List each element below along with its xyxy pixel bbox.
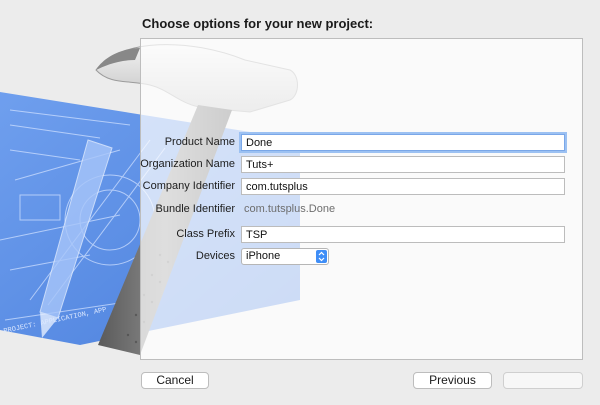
organization-name-label: Organization Name xyxy=(140,158,235,170)
bundle-identifier-value: com.tutsplus.Done xyxy=(244,203,336,215)
product-name-label: Product Name xyxy=(164,136,235,148)
bundle-identifier-label: Bundle Identifier xyxy=(155,203,236,215)
options-panel xyxy=(140,38,583,360)
company-identifier-field[interactable] xyxy=(241,178,565,195)
devices-selected-value: iPhone xyxy=(246,250,281,262)
company-identifier-label: Company Identifier xyxy=(142,180,235,192)
class-prefix-field[interactable] xyxy=(241,226,565,243)
organization-name-field[interactable] xyxy=(241,156,565,173)
devices-label: Devices xyxy=(195,250,235,262)
new-project-dialog: PROJECT: APPLICATION, APP Choose options… xyxy=(0,0,600,405)
devices-select[interactable]: iPhone xyxy=(241,248,329,265)
product-name-field[interactable] xyxy=(241,134,565,151)
class-prefix-label: Class Prefix xyxy=(176,228,235,240)
cancel-button[interactable]: Cancel xyxy=(141,372,209,389)
chevron-updown-icon xyxy=(316,250,327,263)
next-button[interactable] xyxy=(503,372,583,389)
dialog-heading: Choose options for your new project: xyxy=(142,16,374,31)
previous-button[interactable]: Previous xyxy=(413,372,492,389)
